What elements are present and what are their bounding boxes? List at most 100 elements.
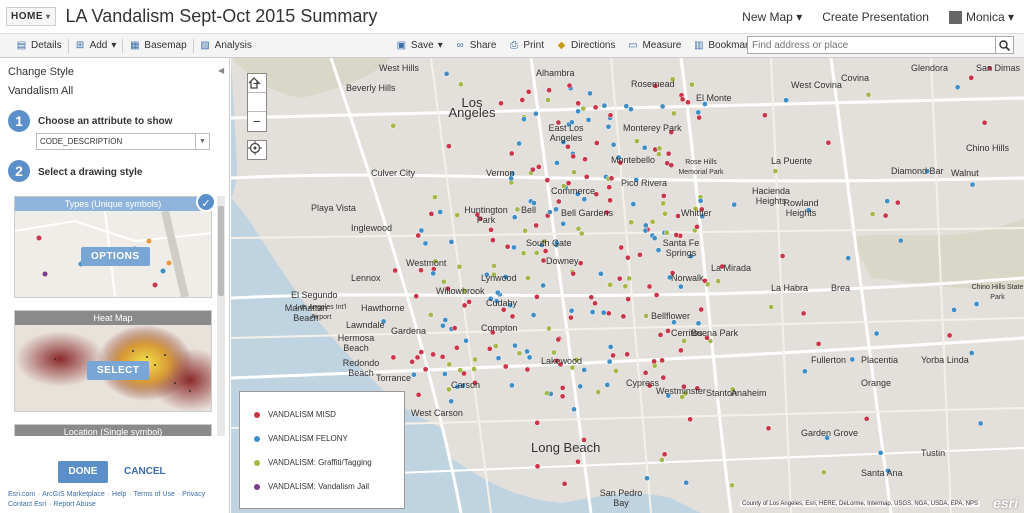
selected-check-icon: ✓	[196, 192, 216, 212]
city-label: Montebello	[611, 155, 656, 165]
map-view[interactable]: West Hills Beverly Hills Los Angeles Alhamb…	[231, 58, 1024, 513]
style-card-title: Heat Map	[15, 311, 211, 325]
incident-point	[968, 74, 975, 81]
incident-point	[624, 351, 630, 358]
incident-point	[800, 310, 807, 317]
city-label: Chino Hills State Park	[971, 284, 1024, 301]
incident-point	[729, 482, 735, 489]
attribute-select[interactable]: CODE_DESCRIPTION ▼	[36, 133, 210, 150]
footer-link[interactable]: Help	[112, 491, 126, 498]
incident-point	[456, 263, 463, 270]
incident-point	[585, 117, 592, 123]
footer-link[interactable]: Terms of Use	[134, 491, 175, 498]
add-button[interactable]: ⊞ Add ▾	[69, 40, 123, 51]
city-label: Diamond Bar	[891, 166, 944, 176]
analysis-icon: ▨	[200, 39, 210, 51]
style-card-heat-map[interactable]: Heat Map SELECT	[14, 310, 212, 412]
save-button[interactable]: ▣ Save ▾	[390, 40, 449, 51]
footer-link[interactable]: Contact Esri	[8, 501, 46, 508]
zoom-out-button[interactable]: −	[248, 112, 266, 131]
details-button[interactable]: ▤ Details	[10, 40, 68, 51]
incident-point	[463, 337, 469, 344]
incident-point	[622, 283, 629, 290]
incident-point	[606, 358, 613, 365]
incident-point	[661, 451, 668, 458]
footer-link[interactable]: Privacy	[182, 491, 205, 498]
incident-point	[820, 469, 827, 476]
incident-point	[685, 99, 691, 106]
city-label: Santa Fe Springs	[662, 238, 700, 258]
styles-scrollbar[interactable]	[217, 196, 225, 436]
incident-point	[592, 104, 599, 111]
city-label: Carson	[451, 380, 481, 390]
step-2-label: Select a drawing style	[38, 167, 143, 178]
measure-button[interactable]: ▭ Measure	[621, 40, 687, 51]
locate-button[interactable]	[247, 140, 267, 160]
style-card-types[interactable]: Types (Unique symbols) OPTIONS	[14, 196, 212, 298]
incident-point	[607, 197, 613, 204]
incident-point	[442, 317, 449, 323]
incident-point	[428, 211, 435, 217]
top-bar: HOME ▾ LA Vandalism Sept-Oct 2015 Summary…	[0, 0, 1024, 34]
incident-point	[561, 480, 568, 487]
incident-point	[660, 200, 667, 207]
incident-point	[525, 275, 531, 281]
incident-point	[618, 244, 625, 251]
user-menu[interactable]: Monica ▾	[948, 10, 1014, 25]
incident-point	[605, 310, 612, 317]
incident-point	[516, 350, 523, 357]
incident-point	[659, 103, 666, 110]
incident-point	[613, 368, 619, 374]
incident-point	[582, 156, 588, 163]
incident-point	[630, 201, 637, 207]
options-button[interactable]: OPTIONS	[81, 247, 150, 266]
incident-point	[620, 313, 627, 320]
legend-swatch	[254, 459, 260, 466]
city-label: El Segundo	[291, 290, 338, 300]
city-label: Bell Gardens	[561, 208, 614, 218]
incident-point	[581, 196, 588, 203]
create-presentation-link[interactable]: Create Presentation	[822, 10, 929, 24]
home-menu-button[interactable]: HOME ▾	[6, 7, 56, 26]
incident-point	[607, 281, 614, 288]
incident-point	[495, 355, 502, 361]
select-button[interactable]: SELECT	[87, 361, 150, 380]
footer-link[interactable]: ArcGIS Marketplace	[42, 491, 105, 498]
incident-point	[863, 415, 870, 422]
incident-point	[683, 479, 690, 486]
search-button[interactable]	[995, 37, 1013, 53]
city-label: East Los Angeles	[548, 123, 584, 143]
incident-point	[570, 270, 577, 277]
city-label: Huntington Park	[464, 205, 508, 225]
home-extent-button[interactable]	[248, 77, 266, 112]
incident-point	[458, 81, 464, 88]
incident-point	[565, 180, 572, 186]
esri-logo: esri	[993, 495, 1018, 511]
directions-button[interactable]: ◆ Directions	[550, 40, 621, 51]
incident-point	[534, 294, 540, 300]
analysis-button[interactable]: ▨ Analysis	[194, 40, 258, 51]
incident-point	[637, 251, 643, 258]
print-button[interactable]: ⎙ Print	[502, 40, 550, 51]
legend-item: VANDALISM MISD	[254, 410, 336, 419]
incident-point	[651, 358, 657, 365]
search-input[interactable]	[748, 37, 995, 53]
incident-point	[512, 342, 518, 349]
done-button[interactable]: DONE	[58, 461, 108, 483]
footer-link[interactable]: Esri.com	[8, 491, 35, 498]
zoom-control: + −	[247, 73, 267, 132]
city-label: Compton	[481, 323, 518, 333]
new-map-menu[interactable]: New Map ▾	[742, 10, 802, 24]
style-card-location[interactable]: Location (Single symbol)	[14, 424, 212, 436]
layer-name: Vandalism All	[8, 85, 74, 97]
incident-point	[472, 356, 478, 363]
footer-link[interactable]: Report Abuse	[53, 501, 95, 508]
collapse-panel-icon[interactable]: ◀	[218, 66, 224, 75]
share-button[interactable]: ∞ Share	[449, 40, 503, 51]
basemap-button[interactable]: ▦ Basemap	[123, 40, 192, 51]
incident-point	[897, 237, 904, 244]
incident-point	[768, 304, 774, 310]
city-label: Bellflower	[651, 311, 691, 321]
cancel-button[interactable]: CANCEL	[124, 461, 166, 483]
incident-point	[649, 218, 656, 225]
